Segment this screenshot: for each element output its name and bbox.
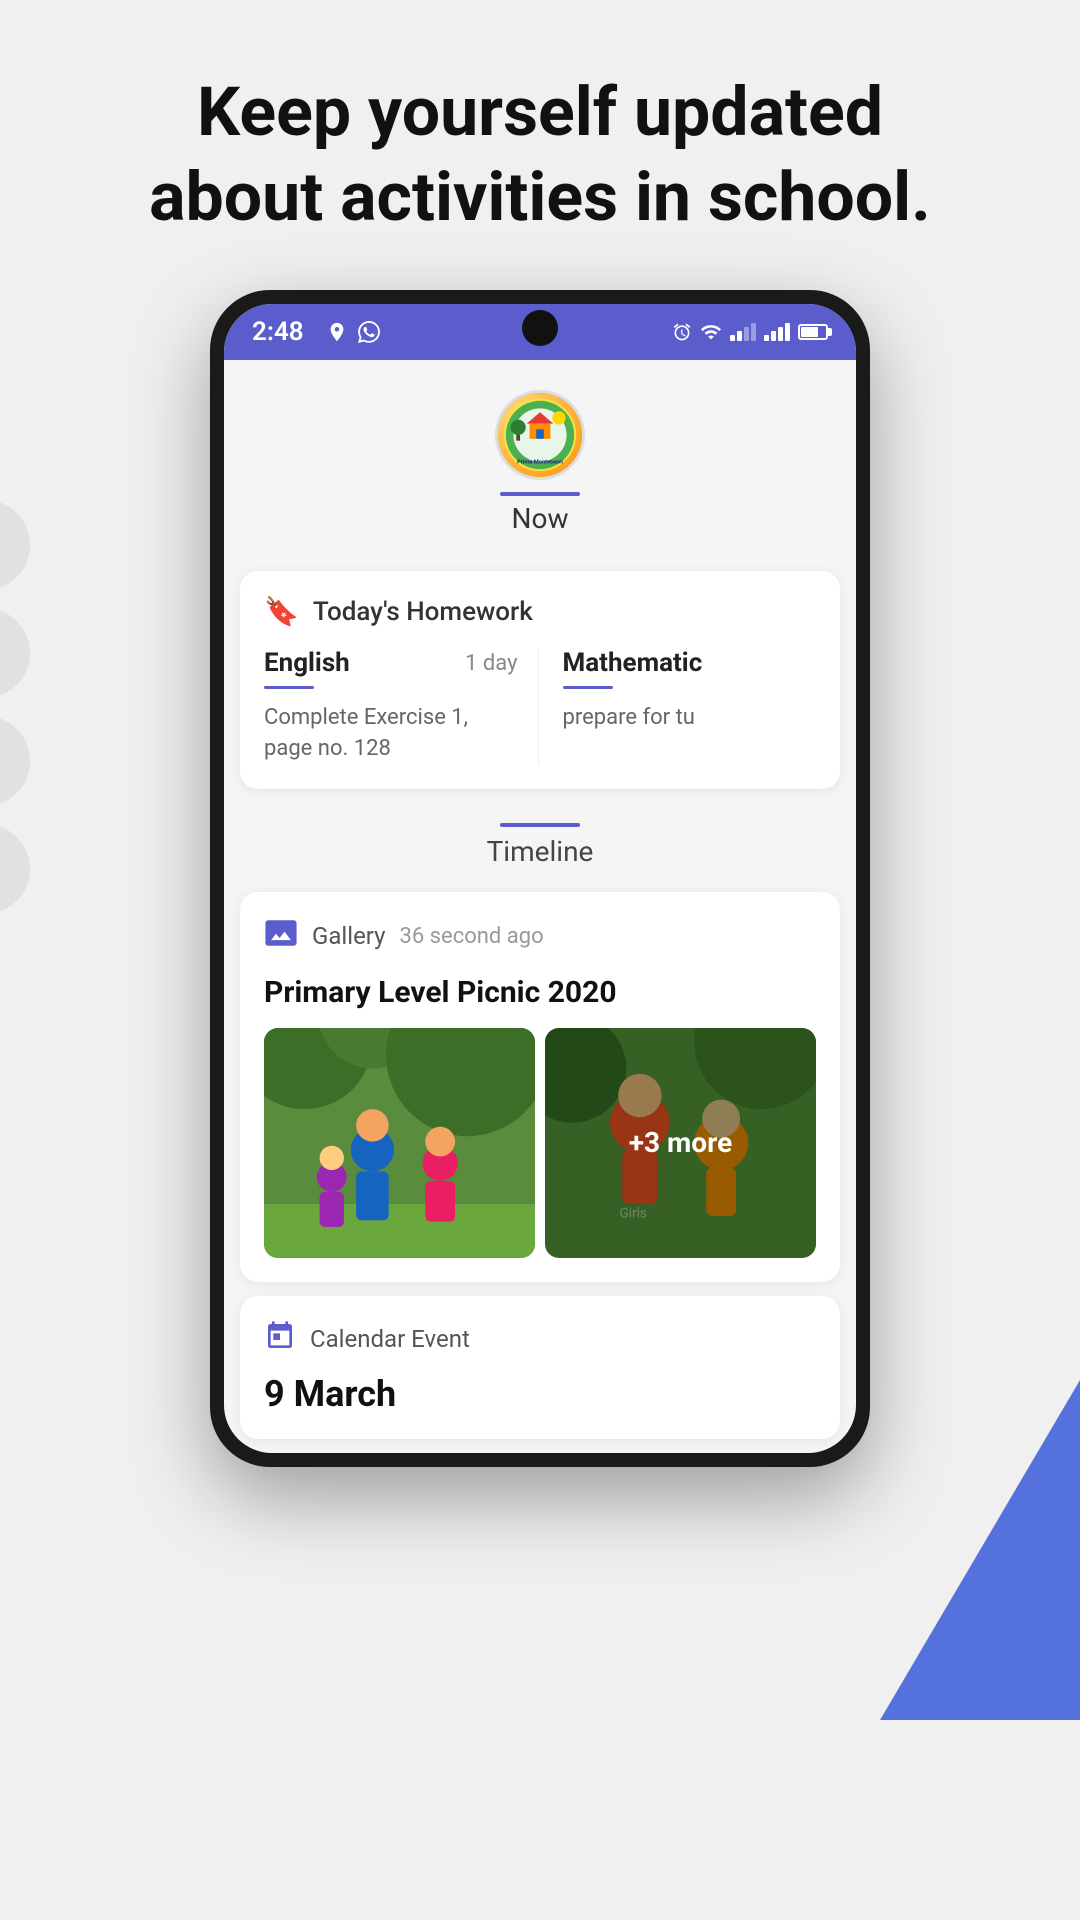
school-logo-inner: Prima Montessori [498,393,582,477]
gallery-images: Girls +3 more [264,1028,816,1258]
app-header: Prima Montessori Now [224,360,856,557]
tab-container: Now [500,480,580,547]
subjects-row: English 1 day Complete Exercise 1, page … [264,648,816,765]
card-title-row: 🔖 Today's Homework [264,595,816,628]
subject-english-header: English 1 day [264,648,518,678]
subject-math-underline [563,686,613,689]
tab-now[interactable]: Now [500,492,580,535]
phone-wrapper: 2:48 [0,290,1080,1467]
subject-english-desc: Complete Exercise 1, page no. 128 [264,705,468,761]
status-left-icons [326,321,380,343]
calendar-meta: Calendar Event [264,1320,816,1359]
timeline-section-tab[interactable]: Timeline [224,803,856,878]
calendar-icon [264,1320,296,1359]
school-logo: Prima Montessori [495,390,585,480]
headline: Keep yourself updated about activities i… [0,0,1080,290]
photo1-svg [264,1028,535,1258]
phone-screen: 2:48 [224,304,856,1453]
homework-icon: 🔖 [264,595,299,628]
signal-icon [730,323,756,341]
whatsapp-icon [358,321,380,343]
subject-math-header: Mathematic [563,648,817,678]
calendar-card[interactable]: Calendar Event 9 March [240,1296,840,1439]
gallery-svg-icon [264,916,298,950]
phone-frame: 2:48 [210,290,870,1467]
subject-english-name: English [264,648,350,678]
location-icon [326,321,348,343]
more-count: +3 more [629,1126,732,1159]
calendar-svg-icon [264,1320,296,1352]
homework-title: Today's Homework [313,597,533,627]
gallery-photo-2[interactable]: Girls +3 more [545,1028,816,1258]
gallery-title: Primary Level Picnic 2020 [264,975,816,1010]
cell-signal-icon [764,323,790,341]
battery-fill [801,327,818,337]
battery-icon [798,324,828,340]
svg-text:Prima Montessori: Prima Montessori [517,460,563,466]
status-bar: 2:48 [224,304,856,360]
headline-line1: Keep yourself updated [197,72,883,152]
gallery-type: Gallery [312,922,386,950]
homework-card: 🔖 Today's Homework English 1 day Complet… [240,571,840,789]
subject-english[interactable]: English 1 day Complete Exercise 1, page … [264,648,539,765]
more-overlay: +3 more [545,1028,816,1258]
tab-now-label: Now [512,502,569,535]
gallery-time: 36 second ago [400,924,544,949]
timeline-tab-label: Timeline [487,835,594,868]
status-time: 2:48 [252,317,304,347]
subject-english-underline [264,686,314,689]
tab-now-underline [500,492,580,496]
calendar-event-type: Calendar Event [310,1325,470,1353]
subject-english-due: 1 day [465,651,517,676]
subject-math-desc: prepare for tu [563,705,695,730]
subject-math-name: Mathematic [563,648,703,678]
camera-notch [522,310,558,346]
gallery-photo-1[interactable] [264,1028,535,1258]
subject-math[interactable]: Mathematic prepare for tu [539,648,817,765]
gallery-card[interactable]: Gallery 36 second ago Primary Level Picn… [240,892,840,1282]
card-bottom-padding [264,1258,816,1282]
gallery-meta: Gallery 36 second ago [264,916,816,957]
wifi-icon [700,321,722,343]
timeline-tab-underline [500,823,580,827]
status-left: 2:48 [252,317,380,347]
school-emblem: Prima Montessori [502,395,578,475]
calendar-date: 9 March [264,1373,816,1415]
status-right-icons [672,321,828,343]
gallery-icon [264,916,298,957]
headline-line2: about activities in school. [149,157,931,237]
alarm-icon [672,322,692,342]
